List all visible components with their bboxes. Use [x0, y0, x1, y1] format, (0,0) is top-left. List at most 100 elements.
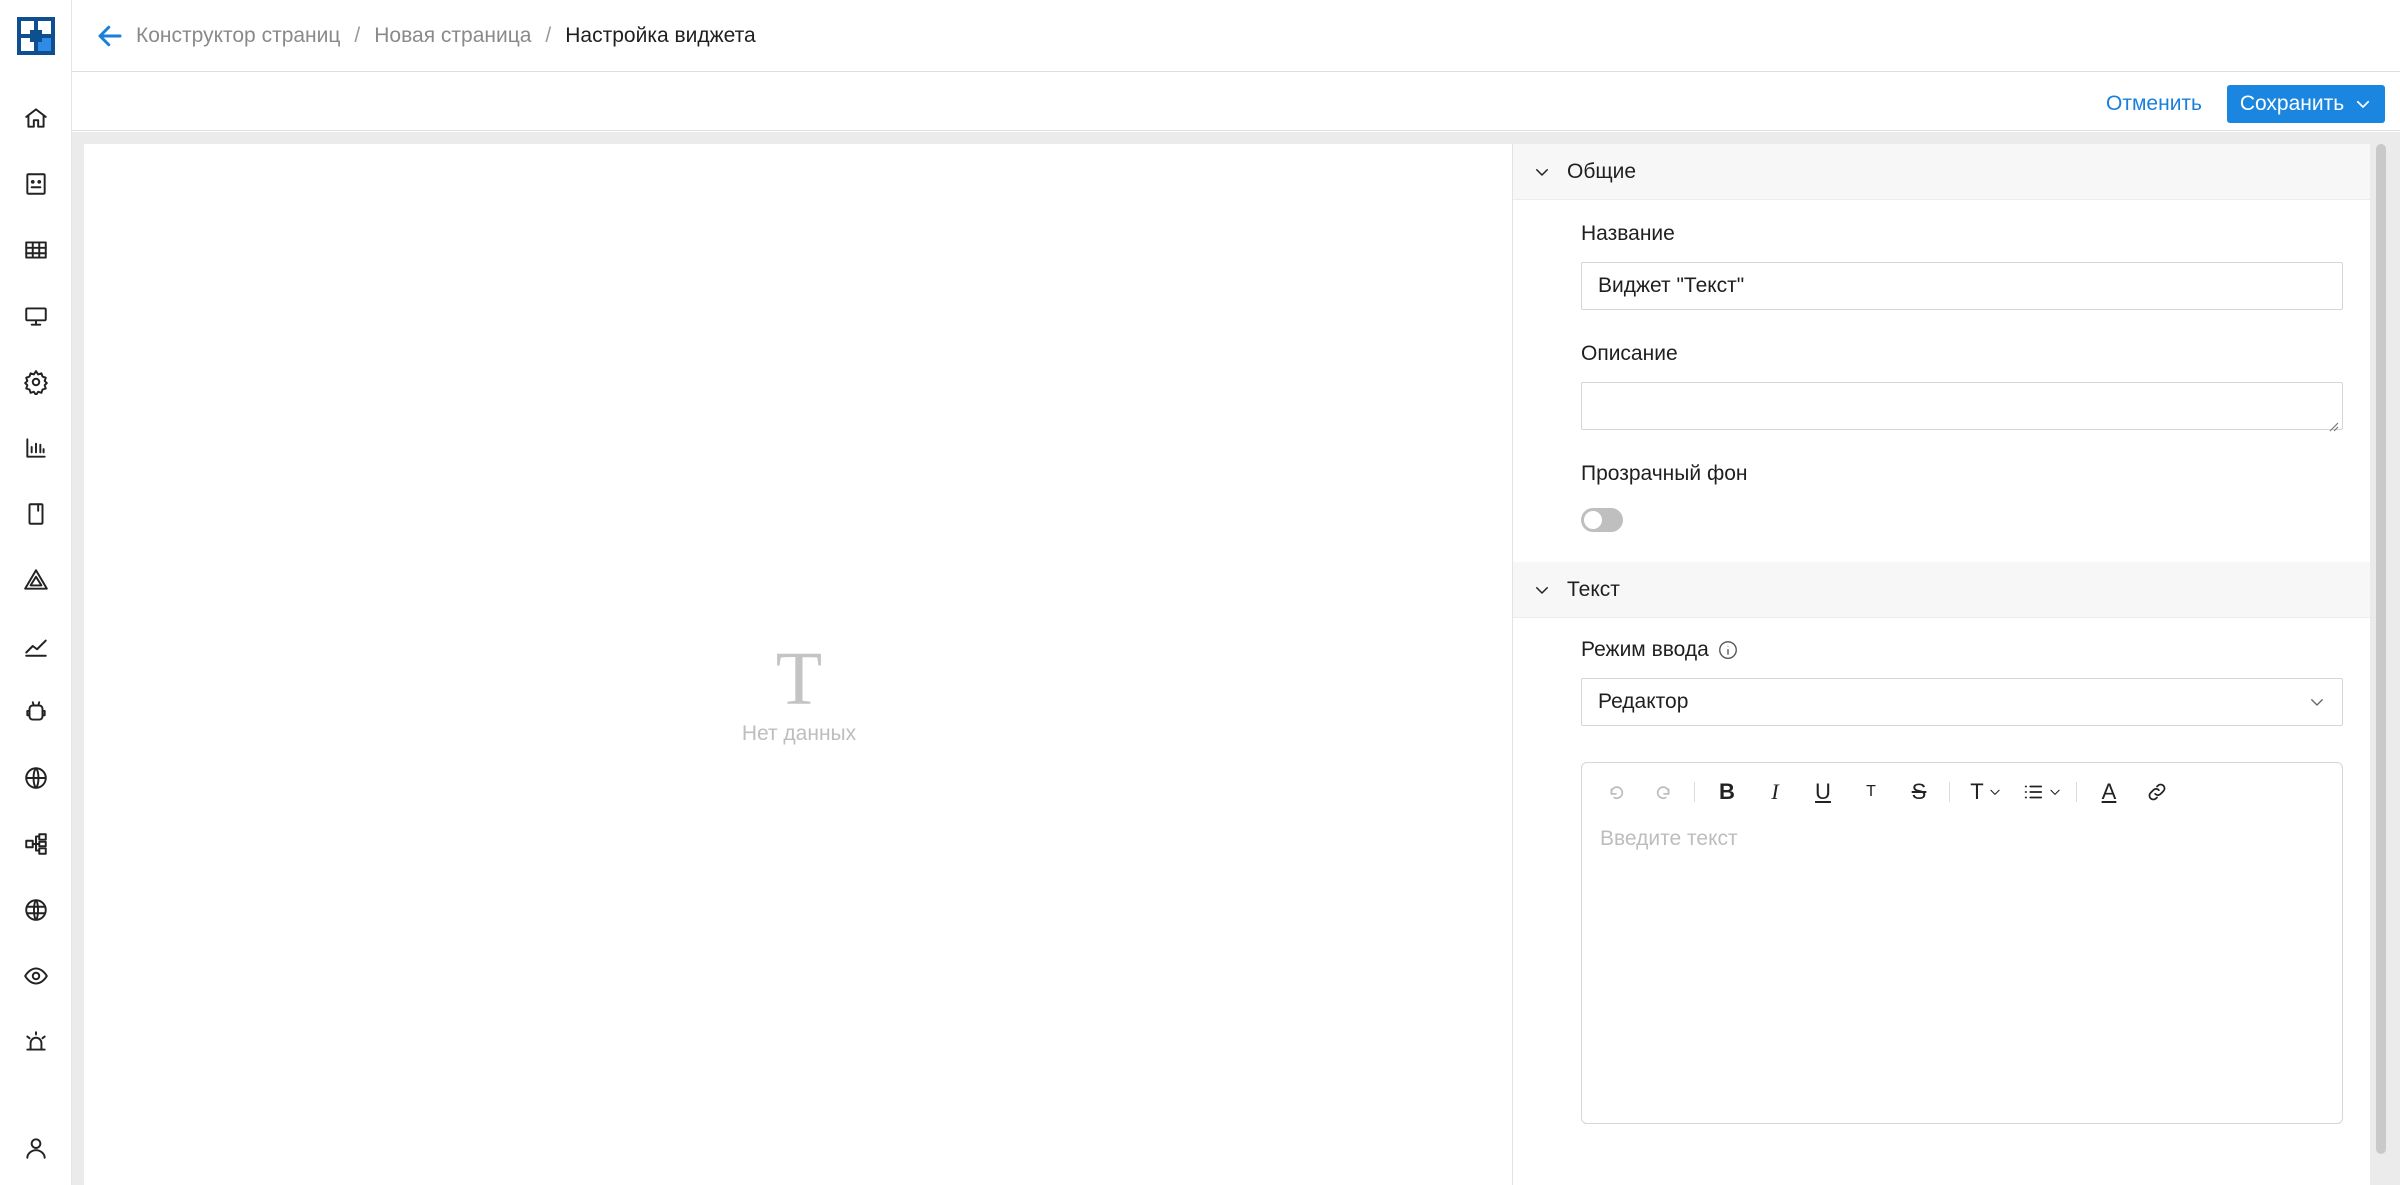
chevron-down-icon [2311, 699, 2323, 706]
chevron-down-icon[interactable] [2354, 95, 2372, 113]
home-icon [25, 108, 47, 128]
table-icon [25, 241, 47, 259]
input-mode-label-row: Режим ввода [1581, 638, 2344, 662]
transparent-background-label: Прозрачный фон [1581, 462, 1748, 485]
sidebar-item-tables[interactable] [16, 230, 56, 270]
eye-icon [24, 967, 48, 985]
strikethrough-icon: S [1911, 779, 1927, 804]
editor-placeholder[interactable]: Введите текст [1582, 821, 2342, 857]
italic-button[interactable]: I [1757, 774, 1793, 810]
widget-preview-canvas: T Нет данных [84, 144, 1584, 1185]
scrollbar-thumb[interactable] [2376, 144, 2386, 1154]
strikethrough-button[interactable]: S [1901, 774, 1937, 810]
chevron-down-icon [1536, 586, 1548, 594]
app: Конструктор страниц / Новая страница / Н… [0, 0, 2400, 1185]
globe-icon [25, 767, 47, 789]
pyramid-icon [24, 569, 48, 590]
chevron-down-icon [1990, 789, 2000, 795]
input-mode-select[interactable]: Редактор [1581, 678, 2343, 726]
description-label: Описание [1581, 342, 1678, 365]
heading-dropdown[interactable]: T [1964, 774, 2008, 810]
gear-icon [24, 370, 48, 395]
sidebar-item-monitor[interactable] [16, 296, 56, 336]
transparent-background-toggle[interactable] [1581, 508, 1623, 532]
sidebar-item-settings[interactable] [16, 362, 56, 402]
sidebar-item-profile[interactable] [16, 1128, 56, 1168]
save-button-label: Сохранить [2239, 92, 2345, 115]
back-button[interactable] [92, 18, 128, 54]
info-icon[interactable] [1717, 639, 1739, 661]
breadcrumb-new-page[interactable]: Новая страница [374, 24, 531, 48]
underline-icon: U [1815, 779, 1831, 804]
monitor-icon [25, 307, 47, 326]
empty-state: T Нет данных [84, 641, 1514, 746]
save-button[interactable]: Сохранить [2227, 85, 2385, 123]
app-logo[interactable] [17, 17, 55, 55]
alarm-icon [26, 1031, 46, 1051]
undo-button[interactable] [1598, 774, 1634, 810]
chevron-down-icon [1536, 168, 1548, 176]
robot-icon [26, 701, 46, 721]
sidebar-item-bookmarks[interactable] [16, 494, 56, 534]
toolbar-divider [1949, 782, 1950, 802]
resize-grip-icon[interactable] [2327, 414, 2339, 432]
editor-toolbar: B I U T S T A [1582, 763, 2342, 821]
bold-icon: B [1719, 779, 1735, 804]
sidebar-item-robot[interactable] [16, 692, 56, 732]
sidebar-item-network[interactable] [16, 890, 56, 930]
toolbar-divider [1694, 782, 1695, 802]
bold-button[interactable]: B [1709, 774, 1745, 810]
section-text-header[interactable]: Текст [1513, 562, 2370, 618]
list-dropdown[interactable] [2020, 774, 2064, 810]
rich-text-editor: B I U T S T A Введите текст [1581, 762, 2343, 1124]
dashboard-icon [26, 173, 46, 195]
redo-button[interactable] [1646, 774, 1682, 810]
link-button[interactable] [2139, 774, 2175, 810]
cancel-button[interactable]: Отменить [2106, 87, 2202, 121]
text-color-button[interactable]: A [2091, 774, 2127, 810]
sidebar-item-web[interactable] [16, 758, 56, 798]
arrow-left-icon [98, 25, 122, 46]
section-general-header[interactable]: Общие [1513, 144, 2370, 200]
page-header: Конструктор страниц / Новая страница / Н… [72, 0, 2400, 72]
sidebar-item-reports[interactable] [16, 428, 56, 468]
underline-button[interactable]: U [1805, 774, 1841, 810]
name-label: Название [1581, 222, 1675, 245]
list-icon [2024, 785, 2043, 799]
link-icon [2148, 783, 2166, 801]
toolbar-divider [2076, 782, 2077, 802]
section-text-title: Текст [1567, 577, 1620, 601]
action-toolbar: Отменить Сохранить [72, 73, 2400, 131]
section-general-title: Общие [1567, 159, 1637, 183]
bar-chart-icon [26, 438, 46, 458]
undo-icon [1610, 786, 1624, 799]
sidebar-item-alarms[interactable] [16, 1022, 56, 1062]
panel-scrollbar[interactable] [2376, 144, 2386, 1155]
sidebar-item-trends[interactable] [16, 626, 56, 666]
user-icon [26, 1138, 46, 1159]
breadcrumb-page-builder[interactable]: Конструктор страниц [136, 24, 340, 48]
settings-panel: Общие Название Виджет "Текст" Описание П… [1512, 144, 2370, 1185]
line-chart-icon [25, 639, 47, 657]
empty-state-text: Нет данных [741, 722, 857, 745]
breadcrumb-separator: / [545, 23, 552, 47]
redo-icon [1656, 786, 1670, 799]
heading-icon: T [1970, 779, 1984, 804]
description-textarea[interactable] [1581, 382, 2343, 432]
section-general-body: Название Виджет "Текст" Описание Прозрач… [1513, 200, 2370, 562]
bookmark-icon [28, 503, 44, 525]
chevron-down-icon [2050, 789, 2060, 795]
small-caps-icon: T [1866, 783, 1876, 800]
input-mode-value: Редактор [1598, 690, 1689, 713]
sidebar-item-home[interactable] [16, 98, 56, 138]
name-input[interactable]: Виджет "Текст" [1581, 262, 2343, 310]
sidebar-item-hierarchy[interactable] [16, 824, 56, 864]
network-globe-icon [25, 899, 47, 921]
toggle-knob [1584, 511, 1602, 529]
section-text-body: Режим ввода Редактор B I U T S T A Введи… [1513, 618, 2370, 1154]
sidebar-item-dashboard[interactable] [16, 164, 56, 204]
breadcrumb-separator: / [354, 23, 361, 47]
small-caps-button[interactable]: T [1853, 774, 1889, 810]
sidebar-item-view[interactable] [16, 956, 56, 996]
sidebar-item-pyramid[interactable] [16, 560, 56, 600]
